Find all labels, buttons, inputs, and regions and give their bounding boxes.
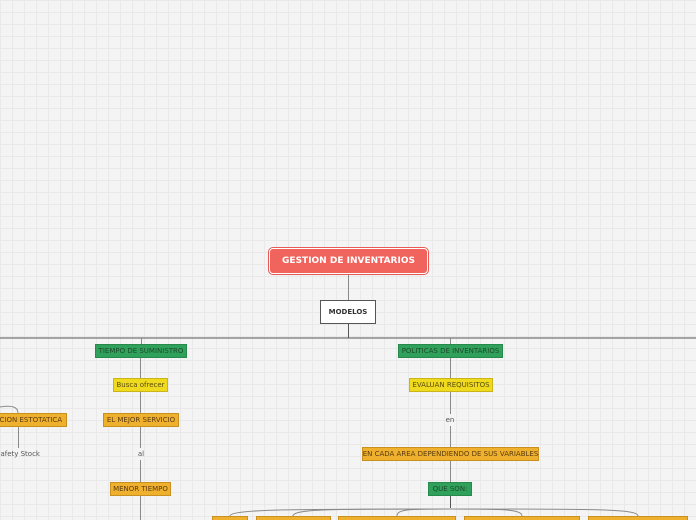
mind-map-canvas: GESTION DE INVENTARIOS MODELOS TIEMPO DE… [0, 0, 696, 520]
evaluan-requisitos-node[interactable]: EVALUAN REQUISITOS [409, 378, 493, 392]
connector-fan-1 [229, 508, 451, 517]
politicas-inventarios-node[interactable]: POLITICAS DE INVENTARIOS [398, 344, 503, 358]
root-node[interactable]: GESTION DE INVENTARIOS [269, 248, 428, 274]
cada-area-node[interactable]: EN CADA AREA DEPENDIENDO DE SUS VARIABLE… [362, 447, 539, 461]
connector-fan-5 [449, 508, 639, 517]
al-label[interactable]: al [131, 448, 151, 460]
tiempo-suministro-node[interactable]: TIEMPO DE SUMINISTRO [95, 344, 187, 358]
safety-stock-label[interactable]: Safety Stock [0, 448, 42, 460]
connector-fan-3 [396, 508, 451, 517]
que-son-node[interactable]: QUE SON: [428, 482, 472, 496]
child-node-stub-1[interactable] [212, 516, 248, 520]
connector-fan-4 [449, 508, 523, 517]
connector-left-curve [0, 405, 19, 414]
connector-modelos-bus [0, 324, 696, 339]
mejor-servicio-node[interactable]: EL MEJOR SERVICIO [103, 413, 179, 427]
estatica-node[interactable]: ACION ESTOTATICA [0, 413, 67, 427]
busca-ofrecer-node[interactable]: Busca ofrecer [113, 378, 168, 392]
child-node-stub-3[interactable] [338, 516, 456, 520]
connector-fan-2 [292, 508, 451, 517]
en-label[interactable]: en [440, 414, 460, 426]
child-node-stub-4[interactable] [464, 516, 580, 520]
child-node-stub-2[interactable] [256, 516, 331, 520]
child-node-stub-5[interactable] [588, 516, 688, 520]
modelos-node[interactable]: MODELOS [320, 300, 376, 324]
menor-tiempo-node[interactable]: MENOR TIEMPO [110, 482, 171, 496]
